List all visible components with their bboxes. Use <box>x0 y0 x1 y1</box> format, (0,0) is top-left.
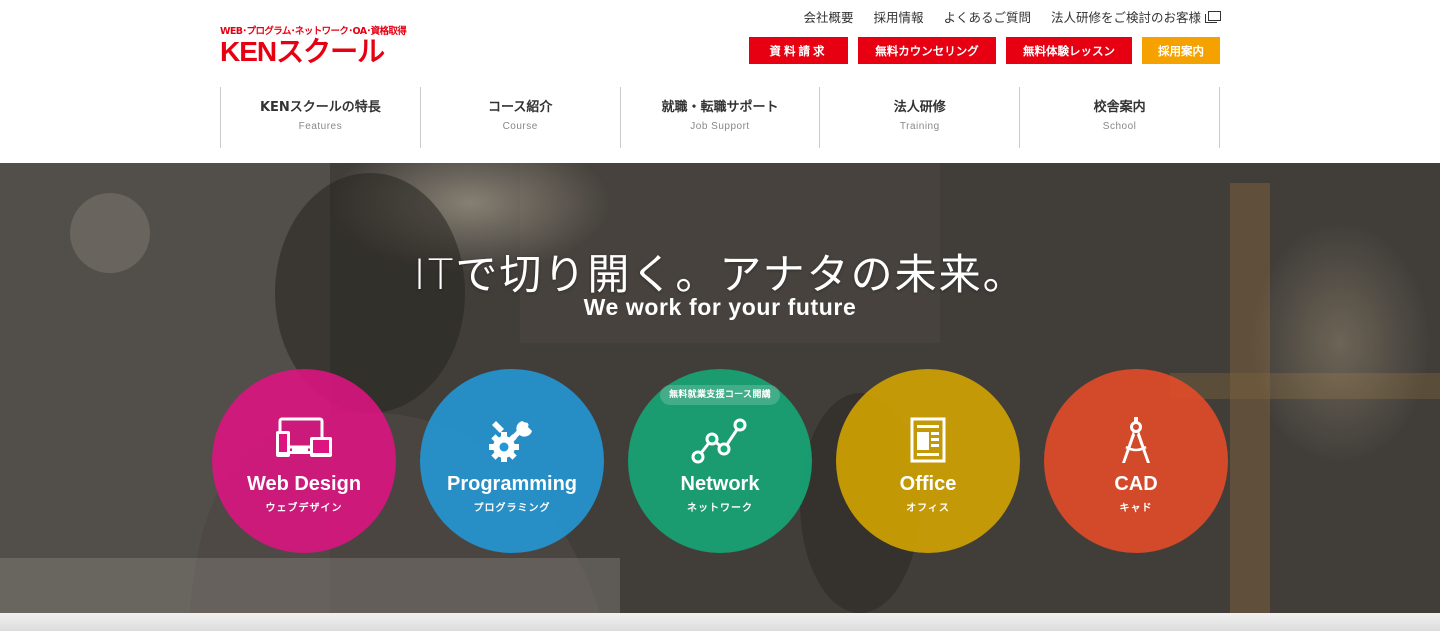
external-window-icon <box>1205 11 1221 23</box>
site-header: WEB･プログラム･ネットワーク･OA･資格取得 KENスクール 会社概要 採用… <box>0 0 1440 163</box>
nav-item-features[interactable]: KENスクールの特長 Features <box>221 87 421 148</box>
document-chart-icon <box>910 417 946 463</box>
request-brochure-button[interactable]: 資料請求 <box>749 37 848 64</box>
free-trial-lesson-button[interactable]: 無料体験レッスン <box>1006 37 1132 64</box>
hero-subtitle: We work for your future <box>583 294 857 320</box>
hero-title: ITで切り開く。アナタの未来。 <box>413 250 1027 299</box>
nav-item-label: コース紹介 <box>488 100 553 115</box>
course-cad[interactable]: CAD キャド <box>1044 369 1228 553</box>
nav-item-label: 校舎案内 <box>1093 100 1146 115</box>
course-name: CAD <box>1114 473 1158 495</box>
util-link-careers[interactable]: 採用情報 <box>873 7 923 26</box>
util-link-company[interactable]: 会社概要 <box>803 7 853 26</box>
course-name-jp: オフィス <box>906 503 950 514</box>
course-name-jp: プログラミング <box>473 503 551 514</box>
nav-item-label: KENスクールの特長 <box>259 100 381 115</box>
course-network[interactable]: 無料就業支援コース開講 Network ネットワーク <box>628 369 812 553</box>
nav-item-job-support[interactable]: 就職・転職サポート Job Support <box>621 87 821 148</box>
course-name: Office <box>899 473 957 495</box>
course-programming[interactable]: Programming プログラミング <box>420 369 604 553</box>
course-name: Web Design <box>246 473 362 495</box>
logo-brand: KENスクール <box>220 36 385 67</box>
nav-item-sublabel: School <box>1102 121 1137 132</box>
free-support-course-badge: 無料就業支援コース開講 <box>660 385 780 405</box>
utility-nav: 会社概要 採用情報 よくあるご質問 法人研修をご検討のお客様 <box>803 7 1221 26</box>
course-name: Network <box>680 473 760 495</box>
nav-item-school[interactable]: 校舎案内 School <box>1020 87 1220 148</box>
nav-item-course[interactable]: コース紹介 Course <box>421 87 621 148</box>
nav-item-sublabel: Features <box>298 121 343 132</box>
recruit-info-button[interactable]: 採用案内 <box>1142 37 1220 64</box>
course-office[interactable]: Office オフィス <box>836 369 1020 553</box>
course-web-design[interactable]: Web Design ウェブデザイン <box>212 369 396 553</box>
nav-item-training[interactable]: 法人研修 Training <box>820 87 1021 148</box>
global-nav: KENスクールの特長 Features コース紹介 Course 就職・転職サポ… <box>220 87 1220 148</box>
nav-item-label: 法人研修 <box>893 100 946 115</box>
course-name-jp: ウェブデザイン <box>265 503 343 514</box>
course-name: Programming <box>446 473 578 495</box>
nav-item-sublabel: Job Support <box>690 121 750 132</box>
hero-banner: ITで切り開く。アナタの未来。 We work for your future … <box>0 163 1440 613</box>
nav-item-sublabel: Training <box>899 121 940 132</box>
site-logo[interactable]: WEB･プログラム･ネットワーク･OA･資格取得 KENスクール <box>220 26 407 70</box>
gear-wrench-icon <box>489 421 532 462</box>
course-name-jp: ネットワーク <box>687 503 753 514</box>
util-link-faq[interactable]: よくあるご質問 <box>943 7 1031 26</box>
cta-buttons: 資料請求 無料カウンセリング 無料体験レッスン 採用案内 <box>749 37 1220 64</box>
free-counseling-button[interactable]: 無料カウンセリング <box>858 37 996 64</box>
nav-item-label: 就職・転職サポート <box>661 100 779 115</box>
util-link-corporate[interactable]: 法人研修をご検討のお客様 <box>1050 7 1221 26</box>
page-bottom-bar <box>0 613 1440 631</box>
drafting-compass-icon <box>1122 417 1150 463</box>
util-link-corporate-label: 法人研修をご検討のお客様 <box>1050 10 1201 25</box>
nav-item-sublabel: Course <box>502 121 538 132</box>
devices-icon <box>276 417 332 457</box>
network-nodes-icon <box>691 418 747 464</box>
course-name-jp: キャド <box>1119 503 1153 514</box>
